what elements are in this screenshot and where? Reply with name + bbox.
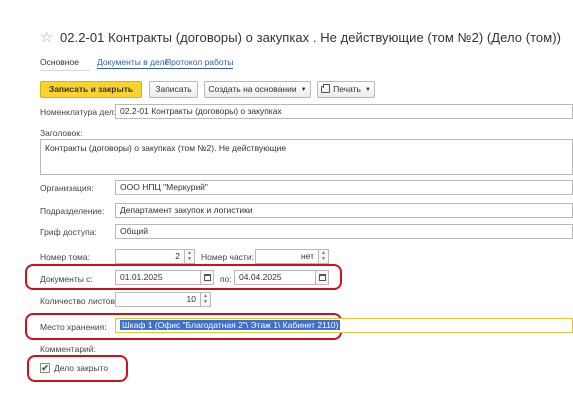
docs-to-calendar-button[interactable] xyxy=(316,270,329,285)
create-based-on-label: Создать на основании xyxy=(208,84,297,94)
storage-value-selected: Шкаф 1 (Офис "Благодатная 2"\ Этаж 1\ Ка… xyxy=(120,320,341,330)
save-button[interactable]: Записать xyxy=(149,81,198,98)
printer-icon xyxy=(321,84,331,93)
sheets-field[interactable]: 10 xyxy=(115,292,201,307)
storage-label: Место хранения: xyxy=(40,322,107,332)
create-based-on-button[interactable]: Создать на основании ▼ xyxy=(204,81,311,98)
chevron-down-icon: ▼ xyxy=(364,87,371,93)
closed-checkbox[interactable]: ✔ xyxy=(40,363,50,373)
tab-main[interactable]: Основное xyxy=(40,56,79,68)
star-icon[interactable]: ☆ xyxy=(40,30,53,45)
volume-label: Номер тома: xyxy=(40,252,90,262)
volume-field[interactable]: 2 xyxy=(115,249,185,264)
save-and-close-button[interactable]: Записать и закрыть xyxy=(40,81,142,98)
part-label: Номер части: xyxy=(201,252,254,262)
page-title: 02.2-01 Контракты (договоры) о закупках … xyxy=(60,30,561,45)
heading-textarea[interactable]: Контракты (договоры) о закупках (том №2)… xyxy=(40,139,573,175)
docs-to-label: по: xyxy=(220,274,232,284)
calendar-icon xyxy=(203,274,211,281)
storage-field[interactable]: Шкаф 1 (Офис "Благодатная 2"\ Этаж 1\ Ка… xyxy=(115,318,573,333)
department-field[interactable]: Департамент закупок и логистики xyxy=(115,203,573,218)
print-button[interactable]: Печать ▼ xyxy=(317,81,375,98)
tab-work-log[interactable]: Протокол работы xyxy=(165,56,234,69)
docs-to-field[interactable]: 04.04.2025 xyxy=(234,270,316,285)
department-label: Подразделение: xyxy=(40,206,105,216)
sheets-label: Количество листов: xyxy=(40,296,118,306)
docs-from-calendar-button[interactable] xyxy=(201,270,214,285)
closed-label: Дело закрыто xyxy=(54,363,109,373)
organization-field[interactable]: ООО НПЦ "Меркурий" xyxy=(115,180,573,195)
nomenclature-field[interactable]: 02.2-01 Контракты (договоры) о закупках xyxy=(115,104,573,119)
organization-label: Организация: xyxy=(40,183,94,193)
nomenclature-label: Номенклатура дел: xyxy=(40,107,117,117)
docs-from-label: Документы с: xyxy=(40,274,93,284)
part-field[interactable]: нет xyxy=(255,249,319,264)
tab-documents-in-case[interactable]: Документы в деле xyxy=(97,56,170,69)
heading-label: Заголовок: xyxy=(40,128,83,138)
volume-stepper[interactable]: ▲ ▼ xyxy=(185,249,195,264)
docs-from-field[interactable]: 01.01.2025 xyxy=(115,270,201,285)
comment-label: Комментарий: xyxy=(40,344,96,354)
calendar-icon xyxy=(318,274,326,281)
access-field[interactable]: Общий xyxy=(115,224,573,239)
sheets-stepper[interactable]: ▲ ▼ xyxy=(201,292,211,307)
print-label: Печать xyxy=(333,84,361,94)
access-label: Гриф доступа: xyxy=(40,227,97,237)
part-stepper[interactable]: ▲ ▼ xyxy=(319,249,329,264)
chevron-down-icon: ▼ xyxy=(300,87,307,93)
tab-main-underline xyxy=(40,70,90,71)
